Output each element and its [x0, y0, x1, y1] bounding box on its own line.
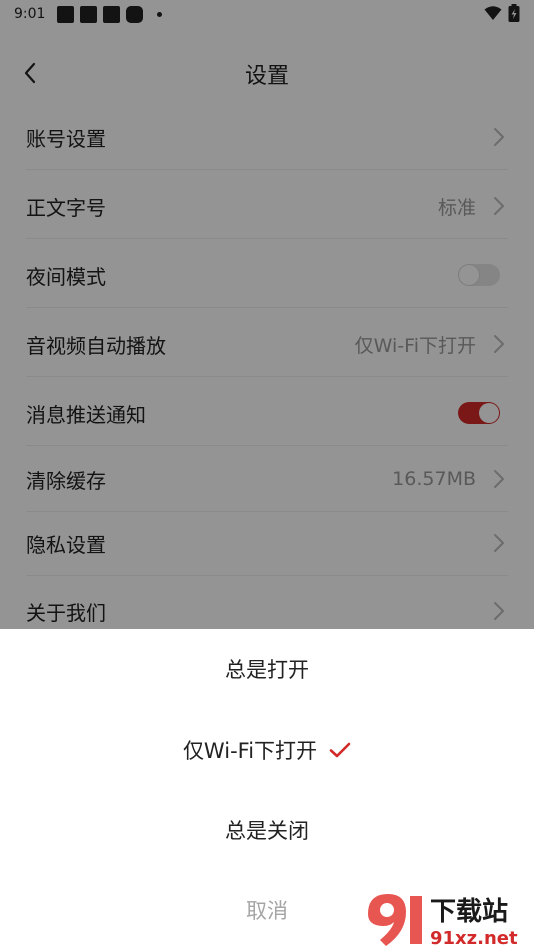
option-label: 总是关闭 [225, 819, 309, 843]
option-label: 仅Wi-Fi下打开 [182, 739, 318, 763]
site-watermark: 下载站 91xz.net [368, 894, 518, 949]
option-always-on[interactable]: 总是打开 [0, 629, 534, 709]
watermark-url-text: 91xz.net [430, 928, 518, 949]
watermark-logo-icon [368, 894, 422, 946]
watermark-brand-text: 下载站 [430, 897, 508, 927]
checkmark-icon [329, 742, 351, 758]
option-label: 总是打开 [225, 658, 309, 682]
cancel-label: 取消 [246, 899, 288, 923]
option-wifi-only[interactable]: 仅Wi-Fi下打开 [0, 710, 534, 790]
option-always-off[interactable]: 总是关闭 [0, 790, 534, 870]
